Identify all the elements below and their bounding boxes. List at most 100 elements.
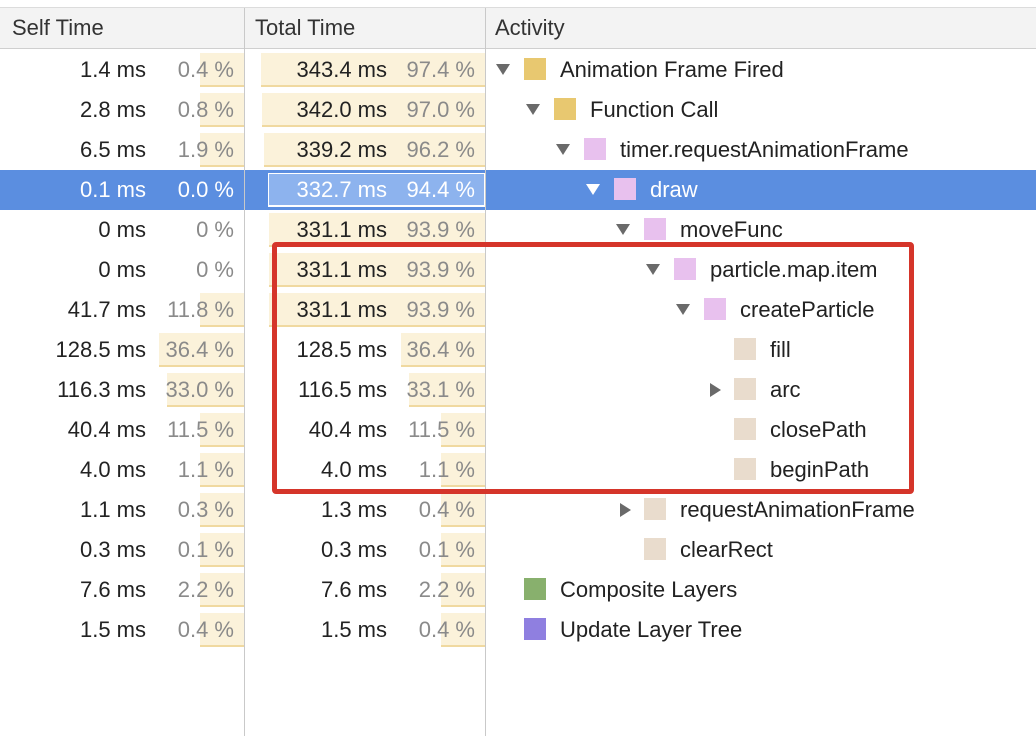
self-time-ms: 2.8 ms [79,97,146,122]
collapse-triangle-icon[interactable] [526,104,540,115]
header-total-time[interactable]: Total Time [255,8,355,48]
table-row[interactable]: 0.3 ms 0.1 % 0.3 ms 0.1 % clearRect [0,530,1036,570]
self-time-ms: 0.3 ms [79,537,146,562]
self-time-cell: 128.5 ms 36.4 % [0,330,244,370]
category-color-swatch [524,58,546,80]
total-time-percent: 2.2 % [418,577,475,602]
self-time-ms: 128.5 ms [55,337,147,362]
table-row[interactable]: 6.5 ms 1.9 % 339.2 ms 96.2 % timer.requestAn… [0,130,1036,170]
category-color-swatch [524,618,546,640]
collapse-triangle-icon[interactable] [496,64,510,75]
activity-name: Function Call [590,97,719,122]
activity-name: clearRect [680,537,773,562]
total-time-ms: 332.7 ms [296,177,388,202]
activity-name: Animation Frame Fired [560,57,784,82]
category-color-swatch [644,218,666,240]
total-time-ms: 0.3 ms [320,537,387,562]
total-time-cell: 332.7 ms 94.4 % [245,170,485,210]
collapse-triangle-icon[interactable] [556,144,570,155]
self-time-percent: 0.8 % [177,97,234,122]
header-self-time[interactable]: Self Time [12,8,104,48]
table-row[interactable]: 7.6 ms 2.2 % 7.6 ms 2.2 % Composite Layers [0,570,1036,610]
self-time-ms: 40.4 ms [67,417,146,442]
activity-cell: Composite Layers [486,570,1036,610]
self-time-ms: 1.5 ms [79,617,146,642]
self-time-percent: 0 % [196,257,234,282]
total-time-ms: 342.0 ms [296,97,388,122]
total-time-cell: 342.0 ms 97.0 % [245,90,485,130]
total-time-cell: 0.3 ms 0.1 % [245,530,485,570]
total-time-cell: 1.5 ms 0.4 % [245,610,485,650]
self-time-percent: 0.4 % [177,57,234,82]
self-time-percent: 33.0 % [165,377,235,402]
self-time-cell: 0 ms 0 % [0,210,244,250]
activity-name: Update Layer Tree [560,617,743,642]
total-time-percent: 97.0 % [406,97,476,122]
self-time-percent: 0.3 % [177,497,234,522]
self-time-cell: 1.5 ms 0.4 % [0,610,244,650]
total-time-percent: 96.2 % [406,137,476,162]
total-time-ms: 1.3 ms [320,497,387,522]
total-time-cell: 343.4 ms 97.4 % [245,50,485,90]
top-strip [0,0,1036,8]
self-time-ms: 41.7 ms [67,297,146,322]
self-time-ms: 4.0 ms [79,457,146,482]
collapse-triangle-icon[interactable] [616,224,630,235]
highlight-annotation-box [272,242,914,494]
activity-name: requestAnimationFrame [680,497,915,522]
activity-name: timer.requestAnimationFrame [620,137,909,162]
table-row[interactable]: 1.4 ms 0.4 % 343.4 ms 97.4 % Animation Frame… [0,50,1036,90]
self-time-cell: 1.1 ms 0.3 % [0,490,244,530]
total-time-cell: 7.6 ms 2.2 % [245,570,485,610]
self-time-cell: 40.4 ms 11.5 % [0,410,244,450]
total-time-percent: 0.4 % [418,617,475,642]
category-color-swatch [644,498,666,520]
table-row[interactable]: 1.1 ms 0.3 % 1.3 ms 0.4 % requestAnimationFr… [0,490,1036,530]
activity-cell: Animation Frame Fired [486,50,1036,90]
self-time-ms: 0 ms [98,257,146,282]
table-row[interactable]: 2.8 ms 0.8 % 342.0 ms 97.0 % Function Call [0,90,1036,130]
self-time-cell: 116.3 ms 33.0 % [0,370,244,410]
self-time-ms: 0 ms [98,217,146,242]
self-time-cell: 0.1 ms 0.0 % [0,170,244,210]
total-time-ms: 339.2 ms [296,137,388,162]
total-time-cell: 1.3 ms 0.4 % [245,490,485,530]
self-time-ms: 1.4 ms [79,57,146,82]
self-time-cell: 1.4 ms 0.4 % [0,50,244,90]
total-time-percent: 0.4 % [418,497,475,522]
self-time-percent: 2.2 % [177,577,234,602]
table-row[interactable]: 1.5 ms 0.4 % 1.5 ms 0.4 % Update Layer Tree [0,610,1036,650]
self-time-percent: 0.0 % [177,177,234,202]
table-row[interactable]: 0.1 ms 0.0 % 332.7 ms 94.4 % draw [0,170,1036,210]
self-time-cell: 2.8 ms 0.8 % [0,90,244,130]
header-activity[interactable]: Activity [495,8,565,48]
self-time-cell: 6.5 ms 1.9 % [0,130,244,170]
self-time-ms: 1.1 ms [79,497,146,522]
total-time-ms: 343.4 ms [296,57,388,82]
collapse-triangle-icon[interactable] [586,184,600,195]
activity-cell: requestAnimationFrame [486,490,1036,530]
total-time-percent: 94.4 % [406,177,476,202]
category-color-swatch [644,538,666,560]
activity-cell: Function Call [486,90,1036,130]
self-time-cell: 7.6 ms 2.2 % [0,570,244,610]
total-time-ms: 7.6 ms [320,577,387,602]
self-time-percent: 1.9 % [177,137,234,162]
column-divider-1[interactable] [244,8,245,736]
total-time-percent: 0.1 % [418,537,475,562]
total-time-percent: 97.4 % [406,57,476,82]
expand-triangle-icon[interactable] [620,503,631,517]
category-color-swatch [584,138,606,160]
category-color-swatch [554,98,576,120]
self-time-percent: 36.4 % [165,337,235,362]
self-time-ms: 0.1 ms [79,177,146,202]
table-header: Self Time Total Time Activity [0,8,1036,49]
self-time-ms: 6.5 ms [79,137,146,162]
category-color-swatch [524,578,546,600]
self-time-percent: 0.4 % [177,617,234,642]
self-time-ms: 7.6 ms [79,577,146,602]
activity-name: Composite Layers [560,577,738,602]
self-time-percent: 11.8 % [167,297,234,322]
activity-cell: draw [486,170,1036,210]
self-time-percent: 0.1 % [177,537,234,562]
